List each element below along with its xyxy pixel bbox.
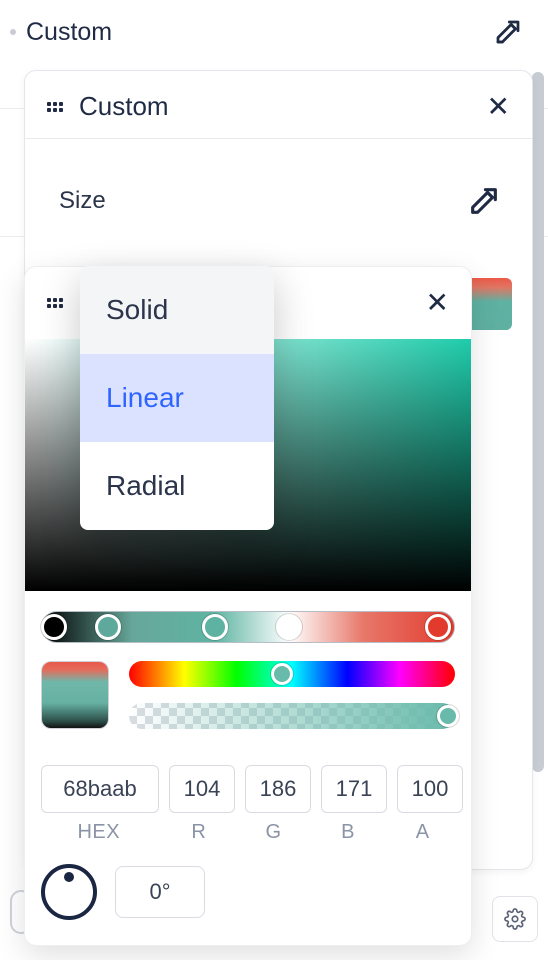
edit-button[interactable] — [488, 12, 528, 52]
gradient-stop[interactable] — [41, 614, 67, 640]
scrollbar-thumb[interactable] — [532, 72, 544, 772]
r-input[interactable] — [169, 765, 235, 813]
panel-title: Custom — [79, 91, 169, 122]
close-button[interactable]: ✕ — [487, 93, 510, 121]
fill-type-option-radial[interactable]: Radial — [80, 442, 274, 530]
scrollbar[interactable] — [532, 72, 544, 772]
panel-header: Custom ✕ — [25, 71, 532, 139]
hex-input[interactable] — [41, 765, 159, 813]
a-input[interactable] — [397, 765, 463, 813]
b-label: B — [316, 821, 381, 844]
fill-type-dropdown: SolidLinearRadial — [80, 266, 274, 530]
color-labels-row: HEX R G B A — [41, 821, 455, 844]
gradient-stop[interactable] — [276, 614, 302, 640]
drag-handle-icon[interactable] — [47, 298, 63, 308]
gradient-stop[interactable] — [202, 614, 228, 640]
current-swatch — [41, 661, 109, 729]
hue-knob[interactable] — [271, 663, 293, 685]
gradient-stop[interactable] — [95, 614, 121, 640]
edit-icon — [493, 17, 523, 47]
r-label: R — [167, 821, 232, 844]
drag-handle-icon[interactable] — [47, 102, 63, 112]
gradient-stops-track[interactable] — [41, 611, 455, 643]
g-label: G — [241, 821, 306, 844]
gradient-stop[interactable] — [425, 614, 451, 640]
header-row: Custom — [10, 12, 528, 52]
angle-dial-indicator — [64, 872, 74, 882]
alpha-slider[interactable] — [129, 703, 455, 729]
hex-label: HEX — [41, 821, 157, 844]
edit-size-button[interactable] — [464, 181, 504, 221]
settings-button[interactable] — [492, 896, 538, 942]
edit-icon — [467, 184, 501, 218]
size-row: Size — [25, 139, 532, 245]
fill-type-option-solid[interactable]: Solid — [80, 266, 274, 354]
color-inputs-row — [41, 765, 455, 813]
page-title: Custom — [26, 18, 112, 47]
hue-slider[interactable] — [129, 661, 455, 687]
angle-row — [41, 864, 455, 920]
size-label: Size — [59, 187, 106, 215]
alpha-knob[interactable] — [437, 705, 459, 727]
angle-dial[interactable] — [41, 864, 97, 920]
a-label: A — [390, 821, 455, 844]
gear-icon — [504, 908, 526, 930]
b-input[interactable] — [321, 765, 387, 813]
close-button[interactable]: ✕ — [426, 289, 449, 317]
g-input[interactable] — [245, 765, 311, 813]
angle-input[interactable] — [115, 866, 205, 918]
fill-type-option-linear[interactable]: Linear — [80, 354, 274, 442]
bullet-icon — [10, 29, 16, 35]
